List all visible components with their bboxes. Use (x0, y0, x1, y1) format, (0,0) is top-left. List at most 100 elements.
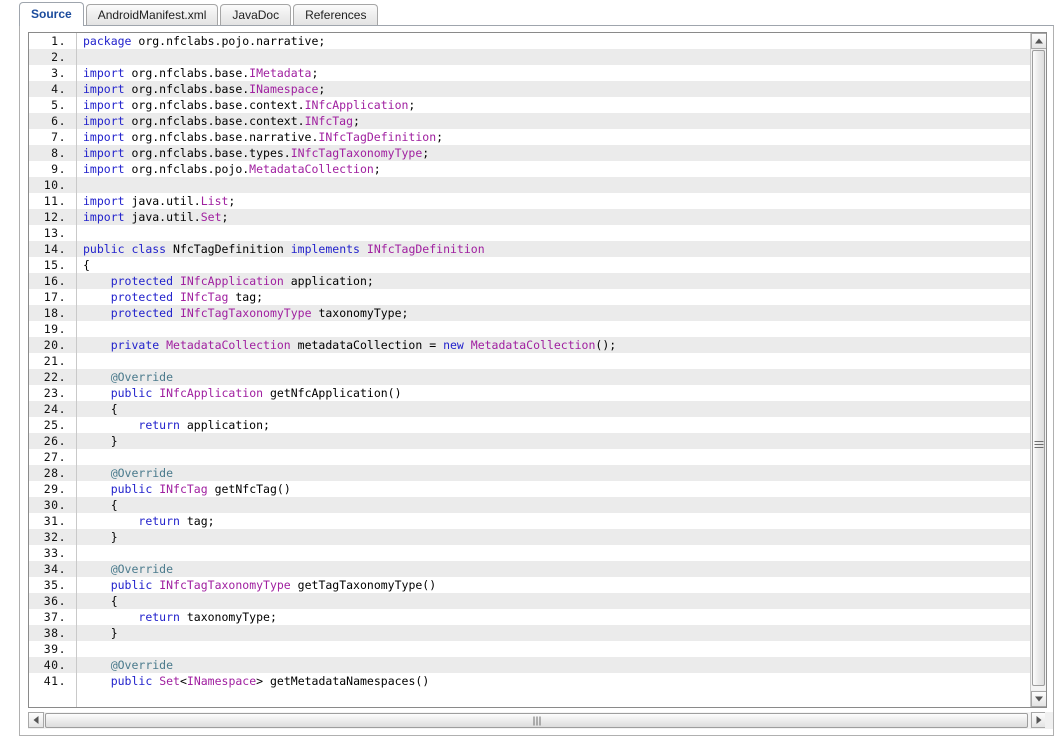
code-line[interactable]: 36. { (29, 593, 1031, 609)
token-typ: INfcTag (179, 290, 229, 304)
scroll-left-button[interactable] (28, 712, 44, 728)
token-kw: import (83, 162, 125, 176)
code-line[interactable]: 23. public INfcApplication getNfcApplica… (29, 385, 1031, 401)
code-line[interactable]: 32. } (29, 529, 1031, 545)
token-pl: (); (595, 338, 617, 352)
scroll-up-button[interactable] (1031, 33, 1046, 49)
line-content: @Override (71, 561, 173, 577)
code-line[interactable]: 15. { (29, 257, 1031, 273)
token-pl: > getMetadataNamespaces() (256, 674, 430, 688)
line-number: 13. (43, 226, 66, 240)
token-pl: < (179, 674, 187, 688)
code-line[interactable]: 21. (29, 353, 1031, 369)
source-editor[interactable]: 1. package org.nfclabs.pojo.narrative; 2. 3… (28, 32, 1047, 708)
code-line[interactable]: 5. import org.nfclabs.base.context.INfcAp… (29, 97, 1031, 113)
code-line[interactable]: 19. (29, 321, 1031, 337)
code-line[interactable]: 27. (29, 449, 1031, 465)
horizontal-scroll-track[interactable] (45, 712, 1030, 729)
horizontal-scroll-thumb[interactable] (45, 713, 1028, 728)
token-kw: return (138, 514, 180, 528)
code-line[interactable]: 8. import org.nfclabs.base.types.INfcTagT… (29, 145, 1031, 161)
token-kw: import (83, 114, 125, 128)
tab-label: AndroidManifest.xml (97, 8, 207, 22)
code-line[interactable]: 33. (29, 545, 1031, 561)
code-line[interactable]: 41. public Set<INamespace> getMetadataNa… (29, 673, 1031, 689)
code-line[interactable]: 40. @Override (29, 657, 1031, 673)
token-pl: java.util. (124, 194, 201, 208)
code-line[interactable]: 35. public INfcTagTaxonomyType getTagTax… (29, 577, 1031, 593)
line-content: protected INfcTagTaxonomyType taxonomyTy… (71, 305, 409, 321)
tab-androidmanifest-xml[interactable]: AndroidManifest.xml (85, 4, 219, 26)
line-content: import java.util.Set; (71, 209, 228, 225)
code-line[interactable]: 10. (29, 177, 1031, 193)
line-number: 33. (43, 546, 66, 560)
horizontal-scrollbar[interactable] (28, 712, 1047, 729)
code-line[interactable]: 3. import org.nfclabs.base.IMetadata; (29, 65, 1031, 81)
code-line[interactable]: 29. public INfcTag getNfcTag() (29, 481, 1031, 497)
code-line[interactable]: 28. @Override (29, 465, 1031, 481)
code-line[interactable]: 11. import java.util.List; (29, 193, 1031, 209)
code-line[interactable]: 34. @Override (29, 561, 1031, 577)
token-typ: INfcTagTaxonomyType (179, 306, 312, 320)
token-typ: INfcApplication (304, 98, 409, 112)
token-typ: INfcTagDefinition (366, 242, 485, 256)
tab-javadoc[interactable]: JavaDoc (220, 4, 292, 26)
token-kw: import (83, 210, 125, 224)
line-number: 34. (43, 562, 66, 576)
code-line[interactable]: 12. import java.util.Set; (29, 209, 1031, 225)
code-line[interactable]: 13. (29, 225, 1031, 241)
token-typ: IMetadata (249, 66, 312, 80)
code-line[interactable]: 31. return tag; (29, 513, 1031, 529)
code-line[interactable]: 38. } (29, 625, 1031, 641)
line-number: 24. (43, 402, 66, 416)
line-number: 36. (43, 594, 66, 608)
tab-source[interactable]: Source (19, 2, 84, 26)
token-pl: getNfcTag() (207, 482, 291, 496)
code-line[interactable]: 20. private MetadataCollection metadataC… (29, 337, 1031, 353)
vertical-scrollbar[interactable] (1030, 33, 1046, 707)
code-line[interactable]: 4. import org.nfclabs.base.INamespace; (29, 81, 1031, 97)
token-kw: import (83, 130, 125, 144)
code-line[interactable]: 26. } (29, 433, 1031, 449)
line-number: 3. (51, 66, 66, 80)
code-line[interactable]: 14. public class NfcTagDefinition impleme… (29, 241, 1031, 257)
line-content: import org.nfclabs.base.narrative.INfcTa… (71, 129, 443, 145)
token-pl: } (83, 530, 118, 544)
vertical-scroll-thumb[interactable] (1032, 50, 1045, 686)
token-pl: org.nfclabs.base.narrative. (124, 130, 319, 144)
token-pl: { (83, 258, 90, 272)
line-number: 32. (43, 530, 66, 544)
code-viewport[interactable]: 1. package org.nfclabs.pojo.narrative; 2. 3… (29, 33, 1031, 707)
vertical-scroll-track[interactable] (1031, 50, 1046, 690)
code-line[interactable]: 17. protected INfcTag tag; (29, 289, 1031, 305)
code-line[interactable]: 9. import org.nfclabs.pojo.MetadataCollec… (29, 161, 1031, 177)
token-kw: protected (110, 290, 174, 304)
code-line[interactable]: 24. { (29, 401, 1031, 417)
code-line[interactable]: 7. import org.nfclabs.base.narrative.INfc… (29, 129, 1031, 145)
code-line[interactable]: 2. (29, 49, 1031, 65)
scroll-down-button[interactable] (1031, 691, 1046, 707)
token-pl: ; (422, 146, 430, 160)
code-line[interactable]: 18. protected INfcTagTaxonomyType taxono… (29, 305, 1031, 321)
code-line[interactable]: 25. return application; (29, 417, 1031, 433)
token-pl: taxonomyType; (179, 610, 277, 624)
code-line[interactable]: 37. return taxonomyType; (29, 609, 1031, 625)
line-number: 29. (43, 482, 66, 496)
code-line[interactable]: 30. { (29, 497, 1031, 513)
token-kw: import (83, 82, 125, 96)
token-pl: org.nfclabs.base.types. (124, 146, 291, 160)
code-line[interactable]: 39. (29, 641, 1031, 657)
line-number: 39. (43, 642, 66, 656)
code-line[interactable]: 1. package org.nfclabs.pojo.narrative; (29, 33, 1031, 49)
code-line[interactable]: 16. protected INfcApplication applicatio… (29, 273, 1031, 289)
tab-references[interactable]: References (293, 4, 379, 26)
code-line[interactable]: 22. @Override (29, 369, 1031, 385)
code-line[interactable]: 6. import org.nfclabs.base.context.INfcTa… (29, 113, 1031, 129)
